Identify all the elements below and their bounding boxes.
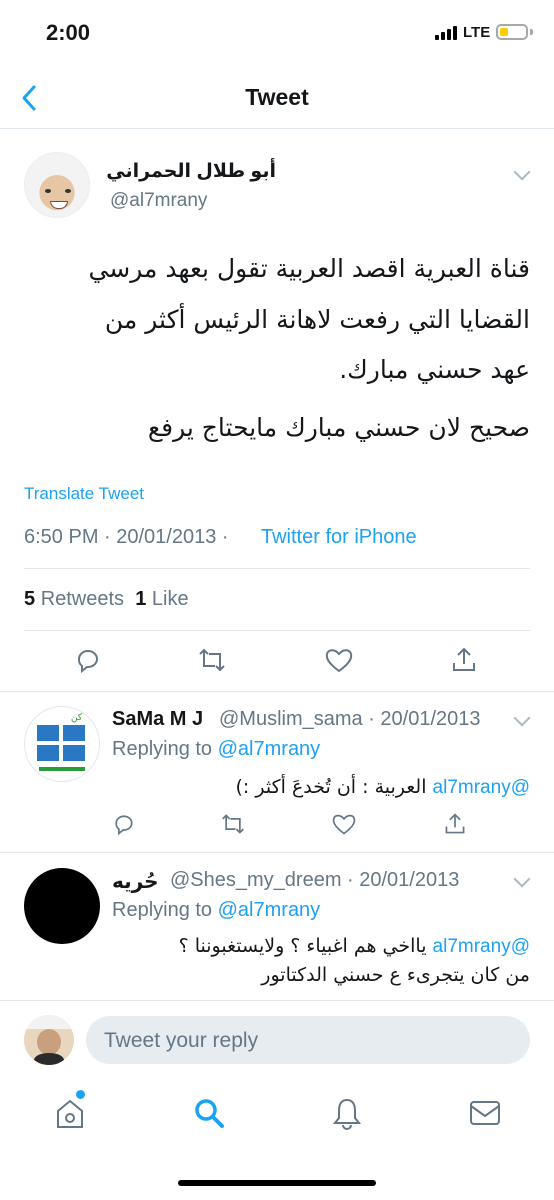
reply-icon bbox=[115, 815, 133, 836]
likes-count[interactable]: 1 bbox=[135, 588, 146, 610]
stats-divider-bottom bbox=[24, 630, 530, 631]
author-handle[interactable]: @al7mrany bbox=[110, 190, 207, 212]
retweet-button[interactable] bbox=[197, 646, 227, 679]
reply-text: @al7mrany يااخي هم اغبياء ؟ ولايستغبوننا… bbox=[179, 935, 530, 958]
signal-icon bbox=[435, 26, 459, 40]
reply-icon bbox=[77, 650, 98, 674]
reply-author-name[interactable]: SaMa M J bbox=[112, 708, 203, 731]
retweet-button[interactable] bbox=[220, 812, 246, 841]
chevron-down-icon[interactable] bbox=[513, 163, 531, 181]
tweet-text-line: قناة العبرية اقصد العربية تقول بعهد مرسي bbox=[88, 254, 530, 283]
like-button[interactable] bbox=[331, 812, 357, 841]
chevron-down-icon[interactable] bbox=[513, 709, 531, 727]
replying-prefix: Replying to bbox=[112, 899, 213, 921]
avatar[interactable]: كن bbox=[24, 706, 100, 782]
reply-author-name[interactable]: حُريه bbox=[112, 869, 159, 893]
tweet-timestamp: 6:50 PM · 20/01/2013 · bbox=[24, 526, 229, 548]
chevron-down-icon[interactable] bbox=[513, 870, 531, 888]
home-indicator bbox=[178, 1180, 376, 1186]
battery-icon bbox=[496, 24, 528, 40]
replying-to-link[interactable]: @al7mrany bbox=[218, 738, 321, 760]
like-icon bbox=[325, 649, 353, 673]
tab-notifications[interactable] bbox=[331, 1096, 363, 1135]
retweet-icon bbox=[199, 648, 225, 672]
share-button[interactable] bbox=[450, 646, 478, 679]
retweet-icon bbox=[222, 814, 244, 834]
likes-label[interactable]: Like bbox=[152, 588, 189, 610]
author-name[interactable]: أبو طلال الحمراني bbox=[106, 160, 276, 183]
reply-text: من كان يتجرىء ع حسني الدكتاتور bbox=[261, 964, 530, 986]
tab-search[interactable] bbox=[192, 1096, 226, 1135]
reply-placeholder: Tweet your reply bbox=[104, 1029, 259, 1052]
status-time: 2:00 bbox=[46, 20, 91, 45]
search-icon bbox=[195, 1099, 224, 1128]
reply-text-body: يااخي هم اغبياء ؟ ولايستغبوننا ؟ bbox=[178, 935, 427, 957]
retweets-count[interactable]: 5 bbox=[24, 588, 35, 610]
share-button[interactable] bbox=[443, 812, 467, 841]
reply-button[interactable] bbox=[74, 646, 102, 679]
tweet-stats: 5 Retweets 1 Like bbox=[24, 588, 189, 611]
compose-divider bbox=[0, 1000, 554, 1001]
reply-mention-link[interactable]: @al7mrany bbox=[433, 777, 530, 798]
avatar[interactable] bbox=[24, 868, 100, 944]
tweet-source-link[interactable]: Twitter for iPhone bbox=[261, 526, 417, 549]
reply-author-handle[interactable]: @Shes_my_dreem · 20/01/2013 bbox=[170, 869, 459, 892]
network-label: LTE bbox=[463, 24, 491, 41]
stats-divider-top bbox=[24, 568, 530, 569]
replying-prefix: Replying to bbox=[112, 738, 213, 760]
nav-divider bbox=[0, 128, 554, 129]
share-icon bbox=[453, 647, 475, 671]
reply-divider bbox=[0, 852, 554, 853]
reply-mention-link[interactable]: @al7mrany bbox=[433, 936, 530, 957]
like-icon bbox=[332, 814, 356, 835]
like-button[interactable] bbox=[324, 646, 354, 679]
avatar[interactable] bbox=[24, 152, 90, 218]
main-tweet-divider bbox=[0, 691, 554, 692]
battery-nub bbox=[530, 29, 533, 35]
avatar-text: كن bbox=[71, 713, 83, 723]
tab-messages[interactable] bbox=[468, 1098, 502, 1133]
tweet-text-line: القضايا التي رفعت لاهانة الرئيس أكثر من bbox=[104, 305, 530, 334]
share-icon bbox=[445, 813, 465, 834]
reply-text-body: العربية : أن تُخدعَ أكثر :) bbox=[235, 776, 427, 798]
home-icon bbox=[57, 1099, 83, 1128]
avatar[interactable] bbox=[24, 1015, 74, 1065]
translate-link[interactable]: Translate Tweet bbox=[24, 484, 144, 504]
replying-to: Replying to @al7mrany bbox=[112, 899, 320, 922]
reply-text: @al7mrany العربية : أن تُخدعَ أكثر :) bbox=[236, 776, 530, 799]
notifications-icon bbox=[332, 1098, 362, 1130]
tweet-text-line: صحيح لان حسني مبارك مايحتاج يرفع bbox=[147, 413, 530, 442]
retweets-label[interactable]: Retweets bbox=[41, 588, 124, 610]
replying-to-link[interactable]: @al7mrany bbox=[218, 899, 321, 921]
reply-author-handle[interactable]: @Muslim_sama · 20/01/2013 bbox=[219, 708, 481, 731]
messages-icon bbox=[470, 1101, 500, 1125]
reply-input[interactable]: Tweet your reply bbox=[86, 1016, 530, 1064]
page-title: Tweet bbox=[245, 84, 309, 110]
reply-button[interactable] bbox=[112, 812, 136, 841]
replying-to: Replying to @al7mrany bbox=[112, 738, 320, 761]
tweet-text-line: عهد حسني مبارك. bbox=[339, 355, 530, 384]
tab-home[interactable] bbox=[54, 1090, 86, 1135]
